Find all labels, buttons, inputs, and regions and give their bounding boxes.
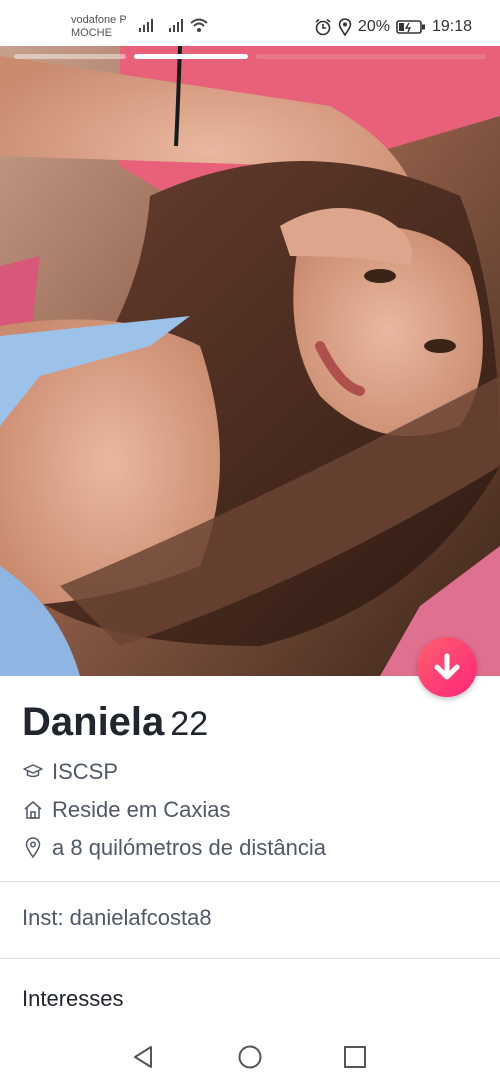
alarm-icon [315,18,331,36]
signal-icon-2 [169,19,183,32]
nav-recents-button[interactable] [340,1042,370,1072]
arrow-down-icon [434,653,460,680]
photo-pager-1[interactable] [14,54,126,59]
carrier-line1: vodafone P [71,14,127,26]
school-row: ISCSP [22,759,118,785]
bio-text: Inst: danielafcosta8 [22,905,212,930]
divider-2 [0,958,500,959]
house-icon [22,799,44,821]
profile-photo[interactable] [0,46,500,676]
distance-text: a 8 quilómetros de distância [52,835,326,860]
signal-icon [139,19,153,32]
back-triangle-icon [134,1046,152,1068]
home-circle-icon [238,1045,262,1069]
distance-row: a 8 quilómetros de distância [22,835,326,861]
nav-home-button[interactable] [235,1042,265,1072]
carrier-line2: MOCHE [71,27,112,39]
profile-age: 22 [170,705,209,743]
clock: 19:18 [431,18,472,35]
profile-name: Daniela [22,700,165,744]
wifi-icon [190,18,208,32]
system-nav-bar [0,1030,500,1084]
carrier-name: vodafone P MOCHE [71,14,127,40]
profile-photo-image [0,46,500,676]
location-pin-icon [22,837,44,859]
divider [0,881,500,882]
location-status-icon [338,18,352,36]
school-text: ISCSP [52,759,119,784]
graduation-cap-icon [22,761,44,783]
battery-percent: 20% [357,18,390,35]
residence-row: Reside em Caxias [22,797,231,823]
nav-back-button[interactable] [128,1042,158,1072]
residence-text: Reside em Caxias [52,797,231,822]
photo-pager-2[interactable] [134,54,248,59]
interests-title: Interesses [22,986,124,1011]
recents-square-icon [344,1046,366,1068]
status-bar: vodafone P MOCHE 20% 19:18 [0,0,500,46]
profile-header: Daniela 22 [22,700,208,745]
collapse-profile-button[interactable] [417,637,477,697]
battery-icon [396,20,425,34]
photo-pager-3[interactable] [256,54,486,59]
